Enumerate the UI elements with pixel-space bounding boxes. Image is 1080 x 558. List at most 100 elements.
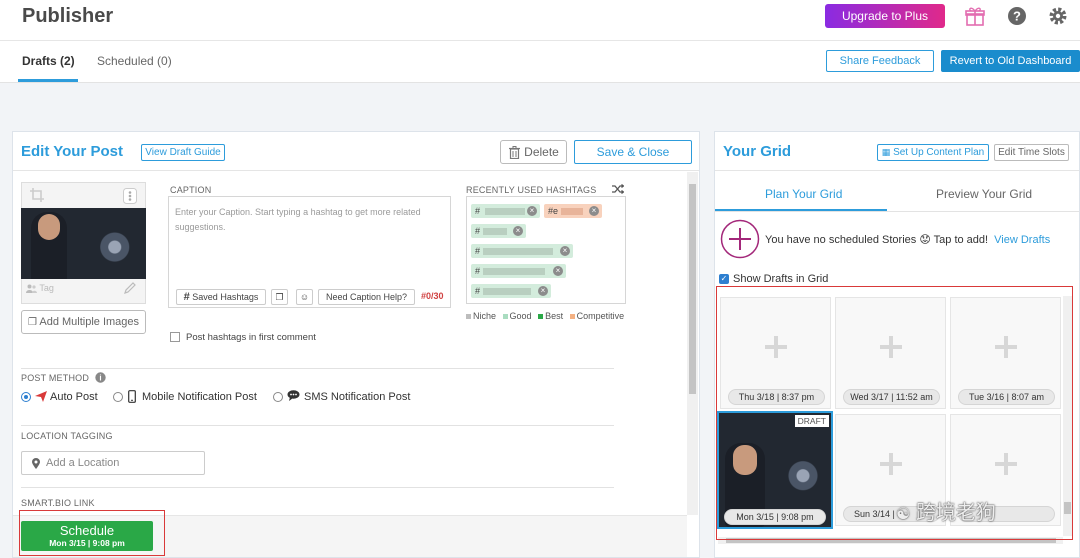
info-icon[interactable]: i	[95, 372, 106, 383]
sad-emoji: 😟	[919, 234, 931, 246]
saved-hashtags-button[interactable]: # Saved Hashtags	[176, 289, 266, 305]
show-drafts-label: Show Drafts in Grid	[733, 273, 829, 285]
stories-message: You have no scheduled Stories 😟 Tap to a…	[765, 233, 1050, 246]
mobile-notification-label: Mobile Notification Post	[142, 391, 257, 403]
hashtag-text: #e	[548, 206, 559, 216]
app-title: Publisher	[22, 5, 114, 27]
tag-button[interactable]: Tag	[26, 283, 54, 294]
mobile-phone-icon	[128, 390, 136, 403]
more-options-icon[interactable]	[123, 188, 137, 204]
delete-button[interactable]: Delete	[500, 140, 567, 164]
add-multiple-images-label: Add Multiple Images	[39, 316, 140, 328]
hashtag-chip[interactable]: # ×	[471, 224, 526, 238]
first-comment-label: Post hashtags in first comment	[186, 332, 316, 343]
tap-to-add: Tap to add!	[933, 234, 989, 246]
watermark-text: 跨境老狗	[915, 502, 996, 524]
shuffle-icon[interactable]	[612, 184, 624, 194]
show-drafts-checkbox[interactable]: ✓	[719, 274, 729, 284]
tab-drafts[interactable]: Drafts (2)	[22, 54, 75, 68]
upgrade-button[interactable]: Upgrade to Plus	[825, 4, 945, 28]
location-input[interactable]: Add a Location	[21, 451, 205, 475]
mobile-notification-radio[interactable]	[113, 392, 123, 402]
send-icon	[35, 391, 47, 402]
watermark: ☯ 跨境老狗	[896, 496, 1056, 526]
blurred-text	[482, 248, 553, 256]
recent-hashtags-label: RECENTLY USED HASHTAGS	[466, 185, 597, 195]
hashtag-legend: Niche Good Best Competitive	[466, 311, 624, 321]
pencil-icon[interactable]	[124, 282, 136, 294]
grid-title: Your Grid	[723, 143, 792, 160]
legend-swatch	[502, 313, 508, 319]
tag-label: Tag	[39, 283, 54, 293]
scrollbar-thumb[interactable]	[689, 184, 696, 394]
remove-hashtag-icon[interactable]: ×	[589, 206, 599, 216]
save-close-button[interactable]: Save & Close	[574, 140, 692, 164]
calendar-icon: ▦	[881, 147, 891, 157]
edit-time-slots-button[interactable]: Edit Time Slots	[994, 144, 1069, 161]
svg-text:i: i	[99, 374, 101, 383]
hashtag-chip[interactable]: #e ×	[544, 204, 602, 218]
remove-hashtag-icon[interactable]: ×	[527, 206, 537, 216]
hashtag-text: #	[475, 266, 481, 276]
need-caption-help-button[interactable]: Need Caption Help?	[318, 289, 415, 305]
editor-scrollbar[interactable]	[687, 172, 698, 515]
smart-bio-label: SMART.BIO LINK	[21, 498, 95, 508]
auto-post-label: Auto Post	[50, 391, 98, 403]
divider	[21, 425, 614, 426]
remove-hashtag-icon[interactable]: ×	[538, 286, 548, 296]
svg-text:?: ?	[1013, 9, 1021, 24]
revert-dashboard-button[interactable]: Revert to Old Dashboard	[941, 50, 1080, 72]
crop-icon[interactable]	[30, 188, 44, 202]
edit-post-title: Edit Your Post	[21, 143, 123, 160]
chat-bubble-icon	[287, 390, 300, 401]
tab-scheduled[interactable]: Scheduled (0)	[97, 54, 172, 68]
sms-notification-radio[interactable]	[273, 392, 283, 402]
hash-icon: #	[183, 291, 190, 303]
divider	[21, 487, 614, 488]
person-face	[38, 214, 60, 240]
top-bar: Publisher Upgrade to Plus ?	[0, 0, 1080, 41]
edit-post-header: Edit Your Post View Draft Guide Delete S…	[13, 132, 699, 171]
hashtag-chip[interactable]: # ×	[471, 264, 566, 278]
add-multiple-images-button[interactable]: ❐ Add Multiple Images	[21, 310, 146, 334]
delete-label: Delete	[524, 145, 559, 159]
tabs-bar: Drafts (2) Scheduled (0) Share Feedback …	[0, 41, 1080, 83]
caption-placeholder: Enter your Caption. Start typing a hasht…	[175, 207, 421, 232]
gift-icon[interactable]	[965, 6, 985, 26]
setup-content-plan-label: Set Up Content Plan	[893, 147, 985, 158]
grid-header: Your Grid ▦ Set Up Content Plan Edit Tim…	[715, 132, 1079, 171]
hashtag-chip[interactable]: # ×	[471, 204, 540, 218]
tab-plan-grid[interactable]: Plan Your Grid	[765, 187, 842, 201]
remove-hashtag-icon[interactable]: ×	[513, 226, 523, 236]
highlight-outline	[19, 510, 165, 556]
legend-swatch	[569, 313, 575, 319]
sms-notification-label: SMS Notification Post	[304, 391, 411, 403]
legend-swatch	[466, 313, 471, 319]
wechat-icon: ☯	[896, 506, 911, 523]
blurred-text	[482, 268, 545, 276]
remove-hashtag-icon[interactable]: ×	[560, 246, 570, 256]
help-icon[interactable]: ?	[1007, 6, 1027, 26]
copy-icon[interactable]: ❐	[271, 289, 288, 305]
gear-icon[interactable]	[1048, 6, 1068, 26]
share-feedback-button[interactable]: Share Feedback	[826, 50, 934, 72]
legend-competitive: Competitive	[576, 311, 625, 321]
setup-content-plan-button[interactable]: ▦ Set Up Content Plan	[877, 144, 989, 161]
emoji-icon[interactable]: ☺	[296, 289, 313, 305]
tab-preview-grid[interactable]: Preview Your Grid	[936, 187, 1032, 201]
hashtag-chip[interactable]: # ×	[471, 244, 573, 258]
view-drafts-link[interactable]: View Drafts	[994, 234, 1050, 246]
legend-swatch	[538, 313, 544, 319]
blurred-text	[560, 208, 583, 216]
view-draft-guide-button[interactable]: View Draft Guide	[141, 144, 225, 161]
stories-text: You have no scheduled Stories	[765, 234, 917, 246]
remove-hashtag-icon[interactable]: ×	[553, 266, 563, 276]
legend-good: Good	[509, 311, 532, 321]
add-story-icon[interactable]	[720, 219, 760, 259]
hashtag-chip[interactable]: # ×	[471, 284, 551, 298]
auto-post-radio[interactable]	[21, 392, 31, 402]
images-icon: ❐	[27, 317, 37, 328]
first-comment-checkbox[interactable]	[170, 332, 180, 342]
blurred-text	[482, 228, 507, 236]
hashtag-text: #	[475, 206, 481, 216]
